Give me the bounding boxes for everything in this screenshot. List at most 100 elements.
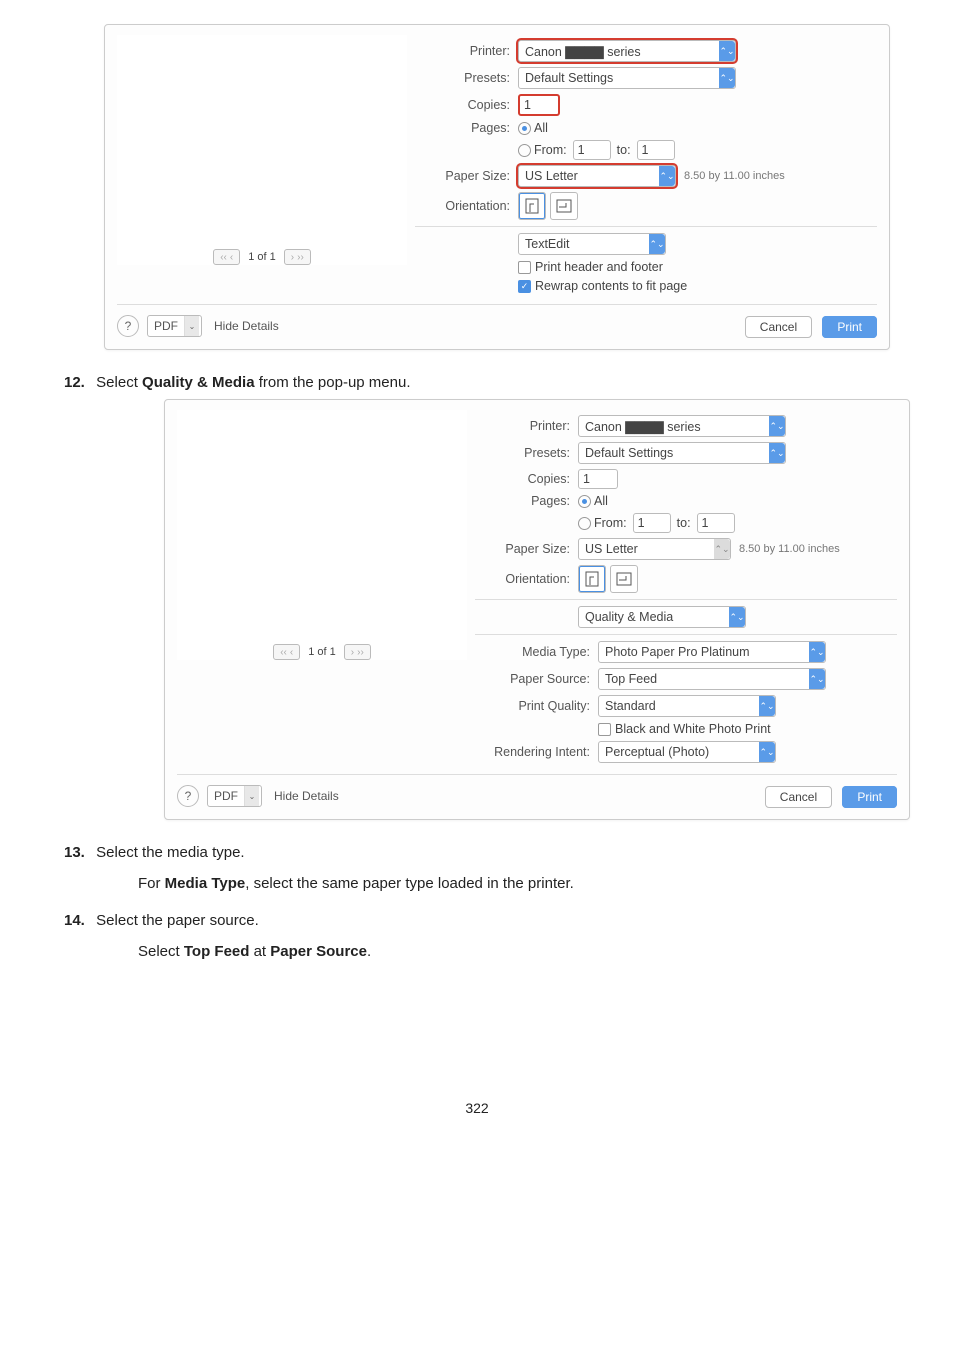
chevron-updown-icon: ⌃⌄ xyxy=(809,642,825,662)
pages-all-label: All xyxy=(534,121,548,135)
preview-page xyxy=(177,83,347,243)
pages-from-input[interactable]: 1 xyxy=(633,513,671,533)
print-quality-select[interactable]: Standard⌃⌄ xyxy=(598,695,776,717)
media-type-select[interactable]: Photo Paper Pro Platinum⌃⌄ xyxy=(598,641,826,663)
print-header-footer-label: Print header and footer xyxy=(535,260,663,274)
pdf-dropdown-button[interactable]: PDF⌄ xyxy=(207,785,262,807)
papersize-dimensions: 8.50 by 11.00 inches xyxy=(684,170,785,182)
chevron-updown-icon: ⌃⌄ xyxy=(719,41,735,61)
chevron-down-icon: ⌄ xyxy=(184,316,199,336)
cancel-button[interactable]: Cancel xyxy=(765,786,832,808)
step-number: 13. xyxy=(64,844,92,861)
pages-range-radio[interactable] xyxy=(518,144,531,157)
pages-to-input[interactable]: 1 xyxy=(697,513,735,533)
orientation-landscape-icon[interactable] xyxy=(610,565,638,593)
pager-prev-group[interactable]: ‹‹‹ xyxy=(273,644,300,660)
step-13: 13. Select the media type. For Media Typ… xyxy=(64,844,890,892)
printer-label: Printer: xyxy=(475,419,578,433)
page-number: 322 xyxy=(64,1100,890,1116)
printer-select[interactable]: Canon ▇▇▇▇ series⌃⌄ xyxy=(518,40,736,62)
chevron-updown-icon: ⌃⌄ xyxy=(729,607,745,627)
help-button[interactable]: ? xyxy=(117,315,139,337)
step-14-detail: Select Top Feed at Paper Source. xyxy=(138,943,890,960)
section-select[interactable]: TextEdit⌃⌄ xyxy=(518,233,666,255)
bw-photo-label: Black and White Photo Print xyxy=(615,722,771,736)
copies-label: Copies: xyxy=(415,98,518,112)
copies-input[interactable]: 1 xyxy=(518,94,560,116)
copies-label: Copies: xyxy=(475,472,578,486)
chevron-updown-icon: ⌃⌄ xyxy=(659,166,675,186)
print-preview-pane: ‹‹‹ 1 of 1 ››› xyxy=(177,410,467,660)
step-number: 14. xyxy=(64,912,92,929)
paper-source-label: Paper Source: xyxy=(475,672,598,686)
rewrap-contents-checkbox[interactable] xyxy=(518,280,531,293)
hide-details-button[interactable]: Hide Details xyxy=(274,789,339,803)
orientation-label: Orientation: xyxy=(415,199,518,213)
media-type-label: Media Type: xyxy=(475,645,598,659)
hide-details-button[interactable]: Hide Details xyxy=(214,319,279,333)
pages-range-radio[interactable] xyxy=(578,517,591,530)
chevron-updown-icon: ⌃⌄ xyxy=(719,68,735,88)
papersize-label: Paper Size: xyxy=(475,542,578,556)
print-dialog-textedit: ‹‹‹ 1 of 1 ››› Printer: Canon ▇▇▇▇ serie… xyxy=(104,24,890,350)
presets-select[interactable]: Default Settings⌃⌄ xyxy=(578,442,786,464)
pages-all-label: All xyxy=(594,494,608,508)
step-text: Select Quality & Media from the pop-up m… xyxy=(96,374,410,391)
papersize-label: Paper Size: xyxy=(415,169,518,183)
step-14: 14. Select the paper source. Select Top … xyxy=(64,912,890,960)
pager-count: 1 of 1 xyxy=(248,251,276,263)
step-number: 12. xyxy=(64,374,92,391)
papersize-select[interactable]: US Letter⌃⌄ xyxy=(518,165,676,187)
print-button[interactable]: Print xyxy=(822,316,877,338)
section-select[interactable]: Quality & Media⌃⌄ xyxy=(578,606,746,628)
papersize-dimensions: 8.50 by 11.00 inches xyxy=(739,543,840,555)
step-12: 12. Select Quality & Media from the pop-… xyxy=(64,374,890,391)
print-quality-label: Print Quality: xyxy=(475,699,598,713)
pager-next-group[interactable]: ››› xyxy=(284,249,311,265)
chevron-updown-icon: ⌃⌄ xyxy=(769,443,785,463)
chevron-updown-icon: ⌃⌄ xyxy=(809,669,825,689)
print-button[interactable]: Print xyxy=(842,786,897,808)
print-dialog-quality-media: ‹‹‹ 1 of 1 ››› Printer: Canon ▇▇▇▇ serie… xyxy=(164,399,910,820)
orientation-landscape-icon[interactable] xyxy=(550,192,578,220)
printer-label: Printer: xyxy=(415,44,518,58)
preview-page xyxy=(237,478,407,638)
chevron-updown-icon: ⌃⌄ xyxy=(649,234,665,254)
print-preview-pane: ‹‹‹ 1 of 1 ››› xyxy=(117,35,407,265)
pages-from-label: From: xyxy=(594,516,627,530)
presets-label: Presets: xyxy=(415,71,518,85)
rendering-intent-label: Rendering Intent: xyxy=(475,745,598,759)
pager-prev-group[interactable]: ‹‹‹ xyxy=(213,249,240,265)
chevron-updown-icon: ⌃⌄ xyxy=(769,416,785,436)
pages-from-input[interactable]: 1 xyxy=(573,140,611,160)
pages-all-radio[interactable] xyxy=(578,495,591,508)
step-13-detail: For Media Type, select the same paper ty… xyxy=(138,875,890,892)
pages-all-radio[interactable] xyxy=(518,122,531,135)
orientation-portrait-icon[interactable] xyxy=(518,192,546,220)
copies-input[interactable]: 1 xyxy=(578,469,618,489)
pages-to-label: to: xyxy=(617,143,631,157)
print-header-footer-checkbox[interactable] xyxy=(518,261,531,274)
paper-source-select[interactable]: Top Feed⌃⌄ xyxy=(598,668,826,690)
pages-from-label: From: xyxy=(534,143,567,157)
help-button[interactable]: ? xyxy=(177,785,199,807)
chevron-updown-icon: ⌃⌄ xyxy=(759,742,775,762)
pages-label: Pages: xyxy=(475,494,578,508)
printer-select[interactable]: Canon ▇▇▇▇ series⌃⌄ xyxy=(578,415,786,437)
bw-photo-checkbox[interactable] xyxy=(598,723,611,736)
papersize-select[interactable]: US Letter⌃⌄ xyxy=(578,538,731,560)
cancel-button[interactable]: Cancel xyxy=(745,316,812,338)
pages-to-input[interactable]: 1 xyxy=(637,140,675,160)
chevron-down-icon: ⌄ xyxy=(244,786,259,806)
pager-next-group[interactable]: ››› xyxy=(344,644,371,660)
pager-count: 1 of 1 xyxy=(308,646,336,658)
orientation-label: Orientation: xyxy=(475,572,578,586)
step-text: Select the paper source. xyxy=(96,912,259,929)
step-text: Select the media type. xyxy=(96,844,244,861)
presets-select[interactable]: Default Settings⌃⌄ xyxy=(518,67,736,89)
rendering-intent-select[interactable]: Perceptual (Photo)⌃⌄ xyxy=(598,741,776,763)
orientation-portrait-icon[interactable] xyxy=(578,565,606,593)
chevron-updown-icon: ⌃⌄ xyxy=(714,539,730,559)
pdf-dropdown-button[interactable]: PDF⌄ xyxy=(147,315,202,337)
chevron-updown-icon: ⌃⌄ xyxy=(759,696,775,716)
